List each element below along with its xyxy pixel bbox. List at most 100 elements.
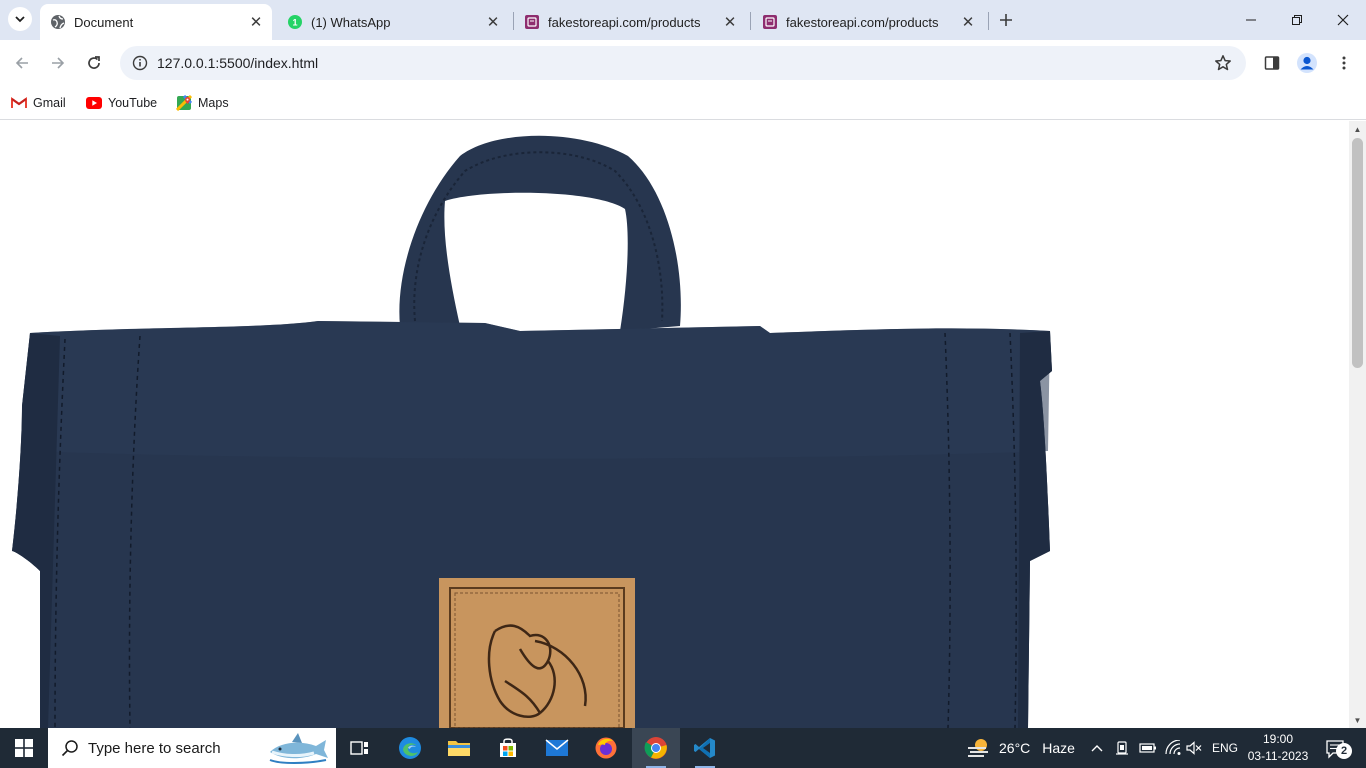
windows-taskbar: Type here to search 26°C Haze ENG 19:00 … [0, 728, 1366, 768]
tab-close-icon[interactable]: ✕ [246, 12, 266, 32]
bookmark-gmail[interactable]: Gmail [11, 92, 66, 114]
close-icon [1337, 14, 1349, 26]
tab-document[interactable]: Document ✕ [40, 4, 272, 40]
weather-haze-icon [968, 739, 988, 757]
reload-icon [88, 56, 100, 69]
forward-button[interactable] [43, 48, 73, 78]
taskbar-app-mail[interactable] [533, 728, 581, 768]
tab-separator [750, 12, 751, 30]
scroll-up-arrow-icon[interactable]: ▲ [1349, 123, 1366, 135]
fakestore-icon [524, 14, 540, 30]
backpack-product-image [12, 135, 1052, 728]
site-info-icon[interactable] [128, 51, 152, 75]
arrow-left-icon [15, 57, 28, 69]
page-content [0, 121, 1349, 728]
chrome-icon [644, 737, 667, 759]
task-view-icon [350, 741, 368, 755]
taskbar-clock[interactable]: 19:00 03-11-2023 [1244, 731, 1312, 767]
tab-close-icon[interactable]: ✕ [483, 12, 503, 32]
bookmark-maps[interactable]: Maps [176, 92, 229, 114]
restore-button[interactable] [1274, 0, 1320, 40]
close-window-button[interactable] [1320, 0, 1366, 40]
menu-kebab-icon[interactable] [1331, 50, 1357, 76]
tab-fakestore-2[interactable]: fakestoreapi.com/products ✕ [752, 4, 984, 40]
notification-count-badge: 2 [1336, 743, 1352, 759]
language-indicator[interactable]: ENG [1212, 728, 1238, 768]
taskbar-app-file-explorer[interactable] [435, 728, 483, 768]
youtube-icon [86, 95, 102, 111]
scroll-thumb[interactable] [1352, 138, 1363, 368]
taskbar-app-chrome[interactable] [632, 728, 680, 768]
clock-time: 19:00 [1262, 732, 1294, 746]
bookmark-label: Gmail [33, 96, 66, 110]
folder-icon [448, 741, 470, 756]
tab-title: fakestoreapi.com/products [548, 14, 701, 30]
vscode-icon [694, 738, 715, 758]
taskbar-app-store[interactable] [484, 728, 532, 768]
chevron-up-icon [1091, 745, 1103, 752]
show-hidden-icons-button[interactable] [1090, 728, 1104, 768]
tab-title: fakestoreapi.com/products [786, 14, 939, 30]
tab-strip: Document ✕ 1 (1) WhatsApp ✕ fakestoreapi… [0, 0, 1366, 40]
notification-center-button[interactable]: 2 [1318, 736, 1354, 762]
minimize-icon [1246, 19, 1256, 21]
bookmark-youtube[interactable]: YouTube [86, 92, 157, 114]
firefox-icon [595, 737, 617, 759]
tab-title: (1) WhatsApp [311, 14, 391, 30]
weather-temp: 26°C [999, 740, 1031, 756]
bookmark-star-icon[interactable] [1212, 52, 1234, 74]
tab-title: Document [74, 14, 134, 30]
tab-close-icon[interactable]: ✕ [958, 12, 978, 32]
taskbar-app-edge[interactable] [386, 728, 434, 768]
reload-button[interactable] [79, 48, 109, 78]
plus-icon [1000, 14, 1012, 26]
meet-now-icon[interactable] [1115, 728, 1131, 768]
address-bar[interactable]: 127.0.0.1:5500/index.html [120, 46, 1246, 80]
chevron-down-icon [15, 16, 25, 23]
fakestore-icon [762, 14, 778, 30]
edge-icon [399, 737, 421, 759]
start-button[interactable] [0, 728, 48, 768]
tab-separator [988, 12, 989, 30]
back-button[interactable] [7, 48, 37, 78]
weather-desc: Haze [1042, 740, 1075, 756]
wifi-icon[interactable] [1164, 728, 1182, 768]
bookmark-label: Maps [198, 96, 229, 110]
restore-icon [1292, 15, 1302, 25]
tab-close-icon[interactable]: ✕ [720, 12, 740, 32]
svg-text:1: 1 [292, 18, 297, 28]
gmail-icon [11, 95, 27, 111]
page-scrollbar[interactable]: ▲ ▼ [1349, 121, 1366, 728]
taskbar-app-vscode[interactable] [681, 728, 729, 768]
store-icon [500, 738, 516, 757]
bookmark-label: YouTube [108, 96, 158, 110]
clock-date: 03-11-2023 [1247, 749, 1309, 763]
mail-icon [545, 739, 569, 756]
search-highlight-shark-icon [269, 733, 328, 764]
battery-icon[interactable] [1139, 728, 1157, 768]
profile-avatar[interactable] [1294, 50, 1320, 76]
weather-widget[interactable]: 26°C Haze [966, 728, 1075, 768]
tab-fakestore-1[interactable]: fakestoreapi.com/products ✕ [514, 4, 746, 40]
tab-search-button[interactable] [8, 7, 32, 31]
globe-icon [50, 14, 66, 30]
maps-icon [176, 95, 192, 111]
minimize-button[interactable] [1228, 0, 1274, 40]
scroll-down-arrow-icon[interactable]: ▼ [1349, 714, 1366, 726]
arrow-right-icon [52, 57, 65, 69]
task-view-button[interactable] [336, 728, 384, 768]
volume-muted-icon[interactable] [1186, 728, 1202, 768]
windows-logo-icon [15, 739, 33, 757]
taskbar-search-box[interactable]: Type here to search [48, 728, 336, 768]
tab-whatsapp[interactable]: 1 (1) WhatsApp ✕ [277, 4, 509, 40]
browser-toolbar: 127.0.0.1:5500/index.html [0, 40, 1366, 86]
side-panel-icon[interactable] [1259, 50, 1285, 76]
search-icon [60, 738, 80, 758]
url-text[interactable]: 127.0.0.1:5500/index.html [157, 55, 318, 71]
whatsapp-icon: 1 [287, 14, 303, 30]
bookmarks-bar: Gmail YouTube Maps [0, 86, 1366, 120]
taskbar-app-firefox[interactable] [582, 728, 630, 768]
search-placeholder: Type here to search [88, 739, 221, 757]
new-tab-button[interactable] [994, 8, 1018, 32]
person-icon [1297, 53, 1317, 73]
